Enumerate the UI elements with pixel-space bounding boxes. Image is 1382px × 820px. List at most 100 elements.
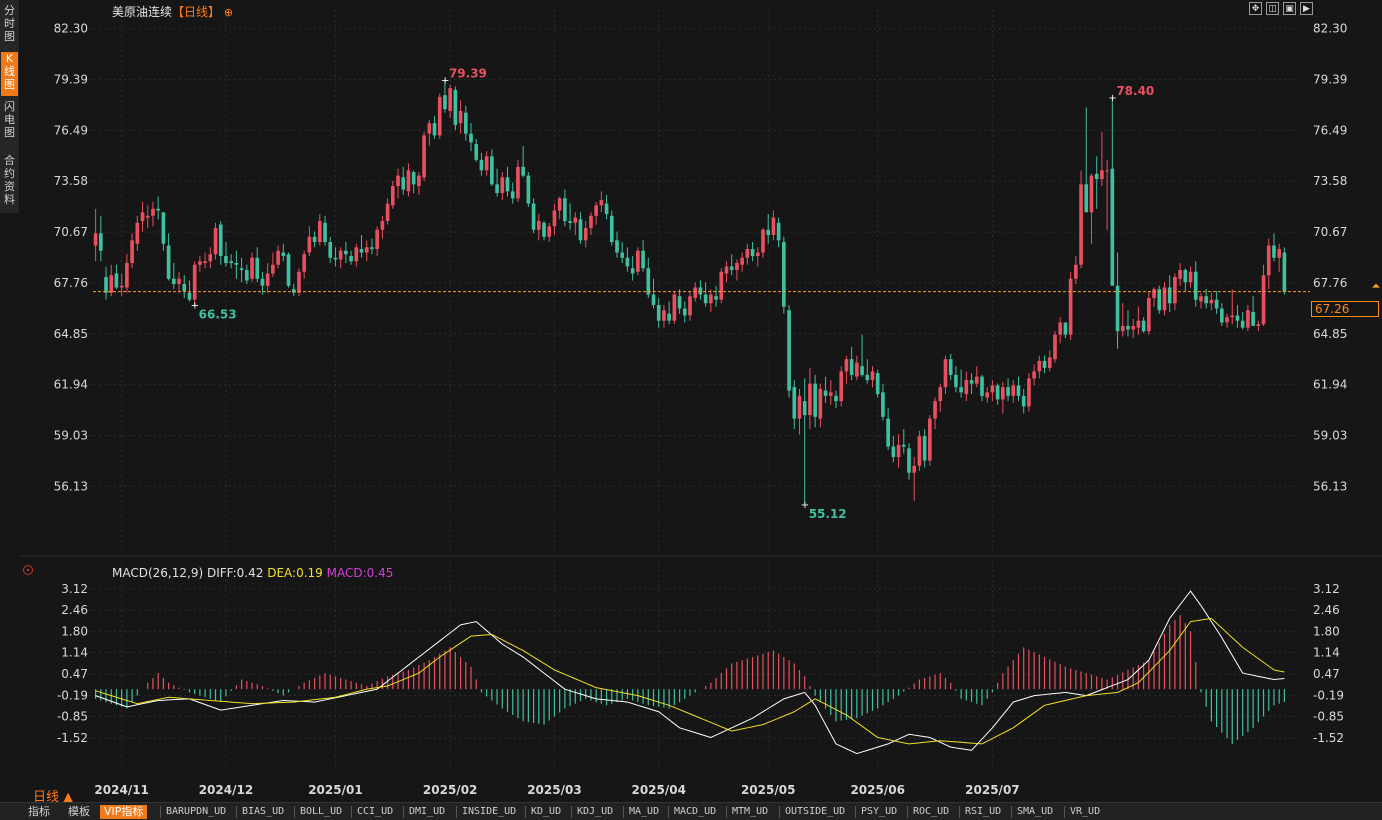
indicator-tab-4[interactable]: BIAS_UD (238, 805, 288, 819)
candle-body (484, 156, 489, 171)
candle-body (1105, 170, 1109, 172)
close-icon[interactable]: ▶ (1300, 2, 1313, 15)
restore-icon[interactable]: ◫ (1266, 2, 1279, 15)
candle-body (1272, 245, 1276, 258)
candle-body (667, 313, 671, 321)
chart-canvas[interactable]: 82.30 82.30 79.39 79.39 76.49 76.49 73.58 73.58… (20, 0, 1382, 800)
candle-body (933, 401, 937, 419)
candle-body (980, 376, 984, 396)
indicator-tab-16[interactable]: ROC_UD (909, 805, 953, 819)
time-tick-label: 2025/07 (965, 783, 1019, 797)
candle-body (114, 273, 119, 288)
tab-divider (1064, 806, 1065, 818)
indicator-tab-5[interactable]: BOLL_UD (296, 805, 346, 819)
time-tick-label: 2024/12 (199, 783, 253, 797)
candle-body (109, 275, 114, 293)
circle-plus-icon[interactable]: ⊕ (224, 6, 233, 19)
candle-body (1225, 317, 1229, 323)
candle-body (849, 359, 854, 375)
current-price-tag: 67.26 (1311, 301, 1379, 317)
candle-body (411, 172, 416, 185)
indicator-tab-9[interactable]: KD_UD (527, 805, 565, 819)
candle-body (594, 205, 598, 216)
candle-body (390, 186, 395, 206)
candle-body (349, 256, 353, 262)
macd-tick-left: 1.80 (61, 624, 88, 638)
candle-body (1016, 385, 1021, 396)
candle-body (312, 236, 317, 243)
candle-body (1063, 322, 1068, 335)
indicator-tab-13[interactable]: MTM_UD (728, 805, 772, 819)
indicator-tab-15[interactable]: PSY_UD (857, 805, 901, 819)
indicator-tab-12[interactable]: MACD_UD (670, 805, 720, 819)
sidebar-tab-1[interactable]: K 线 图 (1, 52, 18, 96)
candle-body (922, 436, 927, 461)
sidebar-tab-2[interactable]: 闪 电 图 (1, 100, 18, 150)
sidebar-tab-3[interactable]: 合 约 资 料 (1, 154, 18, 212)
candle-body (1204, 296, 1209, 304)
candle-body (1282, 252, 1287, 292)
candle-body (417, 175, 421, 187)
candle-body (375, 229, 379, 250)
indicator-tab-11[interactable]: MA_UD (625, 805, 663, 819)
candle-body (1126, 325, 1130, 330)
indicator-tab-10[interactable]: KDJ_UD (573, 805, 617, 819)
macd-settings-icon[interactable] (23, 565, 33, 575)
candle-body (703, 294, 708, 304)
candle-body (244, 270, 249, 281)
tab-divider (403, 806, 404, 818)
candle-body (182, 283, 187, 291)
candle-body (161, 212, 166, 244)
candle-body (1261, 275, 1266, 325)
macd-tick-right: 3.12 (1313, 582, 1340, 596)
macd-legend: MACD(26,12,9) DIFF:0.42 DEA:0.19 MACD:0.… (112, 566, 393, 580)
indicator-tab-19[interactable]: VR_UD (1066, 805, 1104, 819)
candle-body (119, 285, 124, 288)
price-up-marker-icon (1372, 283, 1380, 288)
candle-body (656, 304, 661, 321)
maximize-icon[interactable]: ▣ (1283, 2, 1296, 15)
candle-body (620, 252, 625, 258)
macd-tick-left: 0.47 (61, 667, 88, 681)
indicator-tab-6[interactable]: CCI_UD (353, 805, 397, 819)
candle-body (458, 110, 463, 124)
indicator-tab-2[interactable]: VIP指标 (100, 805, 148, 819)
candle-body (234, 263, 239, 265)
candle-body (422, 135, 426, 178)
candle-body (260, 278, 265, 286)
price-tick-right: 67.76 (1313, 276, 1347, 290)
candle-body (317, 221, 322, 243)
candle-body (839, 371, 844, 402)
indicator-tab-0[interactable]: 指标 (24, 805, 54, 819)
move-icon[interactable]: ✥ (1249, 2, 1262, 15)
candle-body (98, 233, 103, 251)
macd-params-label: MACD(26,12,9) (112, 566, 204, 580)
indicator-tab-3[interactable]: BARUPDN_UD (162, 805, 230, 819)
candle-body (1277, 249, 1282, 258)
extreme-value-label: 55.12 (809, 507, 847, 521)
indicator-tab-17[interactable]: RSI_UD (961, 805, 1005, 819)
candle-body (771, 217, 776, 236)
period-label: 【日线】 (172, 5, 221, 19)
indicator-tab-18[interactable]: SMA_UD (1013, 805, 1057, 819)
indicator-tab-14[interactable]: OUTSIDE_UD (781, 805, 849, 819)
candle-body (1094, 173, 1099, 180)
price-tick-left: 67.76 (54, 276, 88, 290)
indicator-tab-7[interactable]: DMI_UD (405, 805, 449, 819)
candle-body (364, 247, 369, 253)
macd-tick-left: -0.19 (57, 688, 88, 702)
candle-body (1037, 360, 1042, 372)
sidebar-tab-0[interactable]: 分 时 图 (1, 4, 18, 48)
candle-body (542, 222, 546, 237)
indicator-tab-8[interactable]: INSIDE_UD (458, 805, 520, 819)
candle-body (990, 385, 995, 393)
candle-body (1214, 299, 1219, 309)
candle-body (651, 294, 656, 305)
instrument-title: 美原油连续 (112, 5, 173, 19)
candle-body (823, 390, 828, 396)
candle-body (1147, 297, 1151, 332)
time-tick-label: 2025/02 (423, 783, 477, 797)
candle-body (401, 177, 406, 190)
candle-body (291, 289, 296, 293)
indicator-tab-1[interactable]: 模板 (64, 805, 94, 819)
